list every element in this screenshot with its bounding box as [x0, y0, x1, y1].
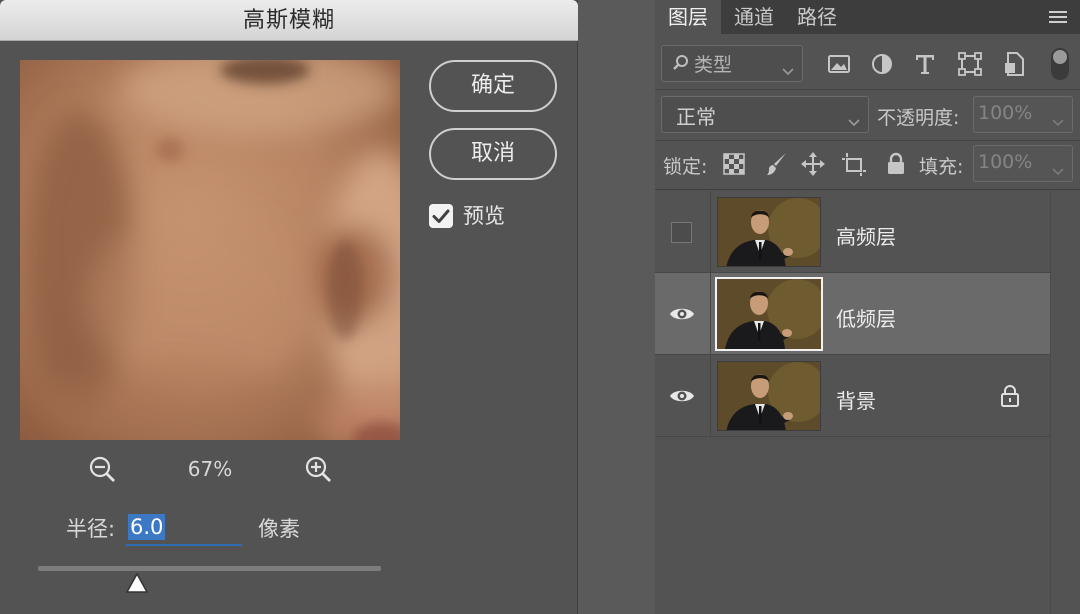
checkmark-icon: [429, 204, 453, 228]
layers-scrollbar[interactable]: [1050, 190, 1080, 614]
radius-slider-track[interactable]: [38, 566, 381, 571]
ok-button[interactable]: 确定: [429, 60, 557, 112]
dialog-title: 高斯模糊: [242, 8, 335, 33]
transparent-pixels-icon[interactable]: [721, 151, 747, 177]
lock-label: 锁定:: [663, 156, 708, 178]
layer-thumbnail[interactable]: [715, 277, 823, 351]
panel-tabbar: 图层 通道 路径: [655, 0, 1080, 34]
divider: [655, 140, 1080, 141]
toggle-knob: [1053, 50, 1067, 64]
eye-icon[interactable]: [669, 385, 695, 407]
chevron-down-icon: [1052, 112, 1064, 127]
adjustment-icon[interactable]: [868, 50, 896, 78]
zoom-in-icon[interactable]: [304, 455, 334, 485]
visibility-off-box[interactable]: [671, 222, 692, 243]
filter-toggle-switch[interactable]: [1051, 48, 1069, 80]
artboard-icon[interactable]: [841, 151, 867, 177]
shape-icon[interactable]: [956, 50, 984, 78]
chevron-down-icon: [1052, 161, 1064, 176]
layers-panel: 图层 通道 路径 类型 正常 不透明度: 100% 锁定: 填充: 100% 高…: [655, 0, 1080, 614]
panel-menu-icon[interactable]: [1048, 8, 1068, 26]
layers-list-empty-area: [655, 438, 1050, 614]
fill-label: 填充:: [919, 156, 964, 178]
layer-name[interactable]: 低频层: [836, 303, 896, 332]
chevron-down-icon: [848, 112, 860, 127]
chevron-down-icon: [782, 61, 794, 76]
type-icon[interactable]: [911, 50, 939, 78]
radius-slider-thumb[interactable]: [125, 572, 149, 594]
divider: [655, 189, 1080, 190]
radius-label: 半径:: [66, 517, 116, 541]
eye-icon[interactable]: [669, 303, 695, 325]
lock-icon[interactable]: [883, 151, 909, 177]
tab-channels[interactable]: 通道: [721, 0, 787, 34]
visibility-column[interactable]: [655, 355, 711, 437]
brush-icon[interactable]: [764, 151, 790, 177]
blur-preview-image[interactable]: [20, 60, 400, 440]
cancel-button[interactable]: 取消: [429, 128, 557, 180]
zoom-out-icon[interactable]: [88, 455, 118, 485]
zoom-level: 67%: [187, 457, 233, 481]
tab-layers[interactable]: 图层: [655, 0, 721, 34]
layer-thumbnail[interactable]: [717, 361, 821, 431]
lock-icon[interactable]: [1000, 384, 1020, 408]
tab-paths[interactable]: 路径: [787, 0, 847, 34]
divider: [655, 89, 1080, 90]
layer-row-low-frequency[interactable]: 低频层: [655, 273, 1050, 355]
layer-name[interactable]: 高频层: [836, 221, 896, 250]
move-icon[interactable]: [800, 151, 826, 177]
layer-thumbnail[interactable]: [717, 197, 821, 267]
opacity-field[interactable]: 100%: [973, 96, 1073, 133]
layer-name[interactable]: 背景: [836, 385, 876, 414]
search-icon: [672, 54, 690, 72]
fill-value: 100%: [978, 151, 1033, 173]
preview-label: 预览: [463, 204, 505, 228]
smart-object-icon[interactable]: [1000, 50, 1028, 78]
blend-mode-dropdown[interactable]: 正常: [661, 96, 869, 133]
layer-filter-dropdown[interactable]: 类型: [661, 45, 803, 82]
gaussian-blur-dialog: 高斯模糊 67% 半径: 6.0 像素 确定 取消 预览: [0, 0, 578, 614]
radius-value: 6.0: [128, 514, 166, 540]
opacity-value: 100%: [978, 102, 1033, 124]
image-icon[interactable]: [825, 50, 853, 78]
dialog-titlebar[interactable]: 高斯模糊: [0, 0, 578, 41]
layer-row-high-frequency[interactable]: 高频层: [655, 191, 1050, 273]
fill-field[interactable]: 100%: [973, 145, 1073, 182]
blend-mode-value: 正常: [676, 105, 716, 129]
layer-row-background[interactable]: 背景: [655, 355, 1050, 437]
radius-input[interactable]: 6.0: [126, 510, 242, 546]
opacity-label: 不透明度:: [877, 107, 960, 129]
visibility-column[interactable]: [655, 273, 711, 355]
visibility-column[interactable]: [655, 191, 711, 273]
filter-kind-label: 类型: [694, 54, 733, 76]
radius-unit-label: 像素: [258, 517, 300, 541]
